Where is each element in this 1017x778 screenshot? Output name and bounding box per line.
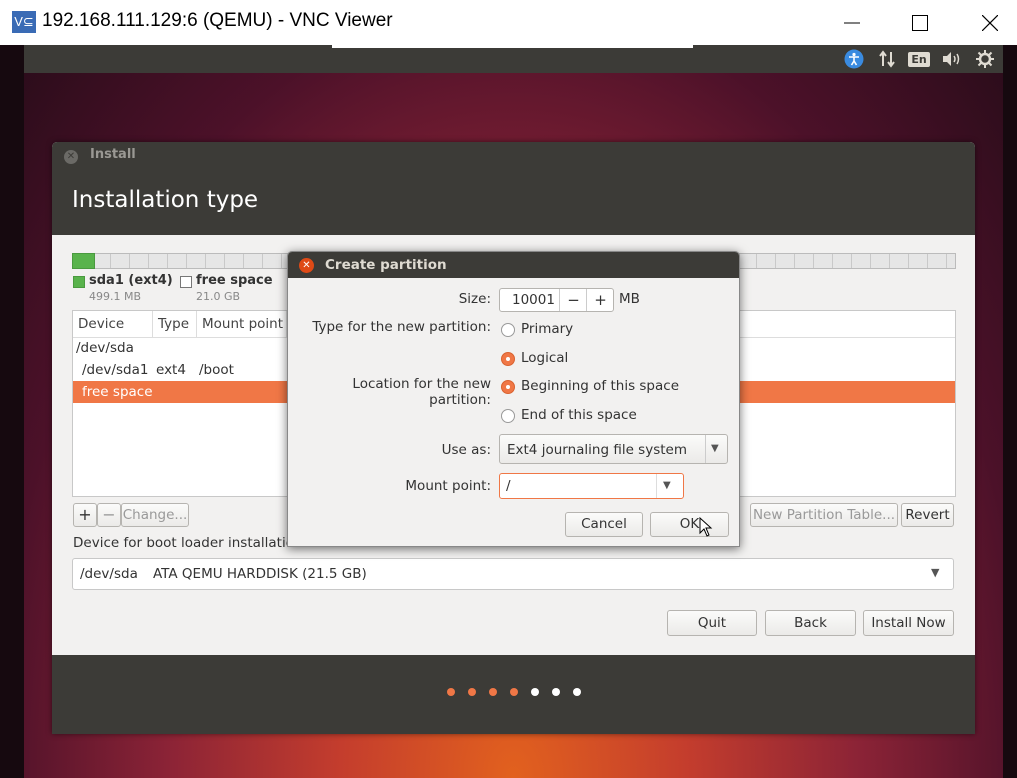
cell-device: /dev/sda1 [82, 362, 149, 378]
column-header-mount[interactable]: Mount point [197, 311, 287, 337]
legend-size-sda1: 499.1 MB [89, 290, 142, 303]
boot-loader-description: ATA QEMU HARDDISK (21.5 GB) [153, 566, 367, 582]
ok-button[interactable]: OK [650, 512, 729, 537]
size-label: Size: [458, 291, 491, 307]
volume-icon[interactable] [940, 48, 964, 70]
radio-end-label[interactable]: End of this space [521, 407, 637, 423]
combo-divider [656, 474, 657, 498]
back-button[interactable]: Back [765, 610, 856, 636]
legend-size-free: 21.0 GB [196, 290, 241, 303]
dropdown-arrow-icon: ▼ [931, 566, 940, 579]
maximize-button[interactable] [895, 0, 945, 45]
dropdown-arrow-icon: ▼ [663, 480, 671, 491]
new-partition-table-button[interactable]: New Partition Table... [750, 503, 898, 527]
location-label: Location for the new partition: [352, 376, 491, 408]
boot-loader-select[interactable]: /dev/sda ATA QEMU HARDDISK (21.5 GB) ▼ [72, 558, 954, 590]
window-title: 192.168.111.129:6 (QEMU) - VNC Viewer [42, 10, 393, 31]
progress-dot [531, 688, 539, 696]
remove-partition-button[interactable]: − [97, 503, 121, 527]
select-divider [705, 435, 706, 463]
use-as-select[interactable]: Ext4 journaling file system ▼ [499, 434, 728, 464]
dialog-close-icon[interactable]: ✕ [299, 258, 314, 273]
progress-dot [468, 688, 476, 696]
mount-point-combo[interactable]: / ▼ [499, 473, 684, 499]
column-header-type[interactable]: Type [153, 311, 197, 337]
size-input[interactable]: 10001 [512, 292, 555, 308]
column-header-device[interactable]: Device [73, 311, 153, 337]
cell-type: ext4 [156, 362, 186, 378]
mount-point-input[interactable]: / [506, 478, 511, 494]
radio-primary[interactable] [501, 323, 515, 337]
radio-primary-label[interactable]: Primary [521, 321, 573, 337]
cell-mount: /boot [199, 362, 234, 378]
radio-beginning[interactable] [501, 380, 515, 394]
vnc-logo-icon: V⊆ [12, 11, 36, 33]
power-gear-icon[interactable] [974, 48, 996, 70]
progress-dot [489, 688, 497, 696]
progress-dot [573, 688, 581, 696]
boot-loader-label: Device for boot loader installation: [73, 535, 308, 551]
dialog-title: Create partition [325, 257, 447, 273]
use-as-label: Use as: [441, 442, 491, 458]
accessibility-icon[interactable] [843, 48, 865, 70]
partition-type-label: Type for the new partition: [312, 319, 491, 335]
change-partition-button[interactable]: Change... [121, 503, 189, 527]
radio-logical[interactable] [501, 352, 515, 366]
radio-beginning-label[interactable]: Beginning of this space [521, 378, 679, 394]
installer-close-icon[interactable]: ✕ [64, 150, 78, 164]
quit-button[interactable]: Quit [667, 610, 757, 636]
cell-device: free space [82, 384, 153, 400]
radio-end[interactable] [501, 409, 515, 423]
legend-swatch-sda1 [73, 276, 85, 288]
progress-dot [447, 688, 455, 696]
installer-window-title: Install [90, 147, 136, 162]
page-title: Installation type [72, 187, 259, 213]
legend-swatch-free [180, 276, 192, 288]
revert-button[interactable]: Revert [901, 503, 954, 527]
disk-usage-bar-used [72, 253, 95, 269]
network-icon[interactable] [876, 48, 898, 70]
keyboard-layout-label: En [908, 51, 930, 67]
close-window-button[interactable] [965, 0, 1015, 45]
size-decrement-button[interactable]: − [559, 289, 587, 311]
size-increment-button[interactable]: + [586, 289, 614, 311]
size-stepper: 10001 − + [499, 288, 614, 312]
minimize-icon [844, 22, 860, 23]
install-now-button[interactable]: Install Now [863, 610, 954, 636]
progress-dot [552, 688, 560, 696]
keyboard-layout-icon[interactable]: En [908, 48, 930, 70]
vnc-toolbar-field [332, 45, 693, 48]
dropdown-arrow-icon: ▼ [711, 443, 719, 454]
progress-dot [510, 688, 518, 696]
minimize-button[interactable] [827, 0, 877, 45]
mouse-cursor-icon [699, 517, 713, 537]
maximize-icon [912, 14, 928, 31]
cell-device: /dev/sda [76, 340, 134, 356]
use-as-value: Ext4 journaling file system [507, 442, 687, 458]
create-partition-dialog: ✕ Create partition Size: 10001 − + MB Ty… [287, 251, 740, 547]
add-partition-button[interactable]: + [73, 503, 97, 527]
mount-point-label: Mount point: [405, 478, 491, 494]
size-unit: MB [619, 291, 640, 307]
legend-name-free: free space [196, 273, 273, 288]
cancel-button[interactable]: Cancel [565, 512, 643, 537]
legend-name-sda1: sda1 (ext4) [89, 273, 173, 288]
radio-logical-label[interactable]: Logical [521, 350, 568, 366]
close-icon [982, 14, 998, 31]
boot-loader-device: /dev/sda [80, 566, 138, 582]
